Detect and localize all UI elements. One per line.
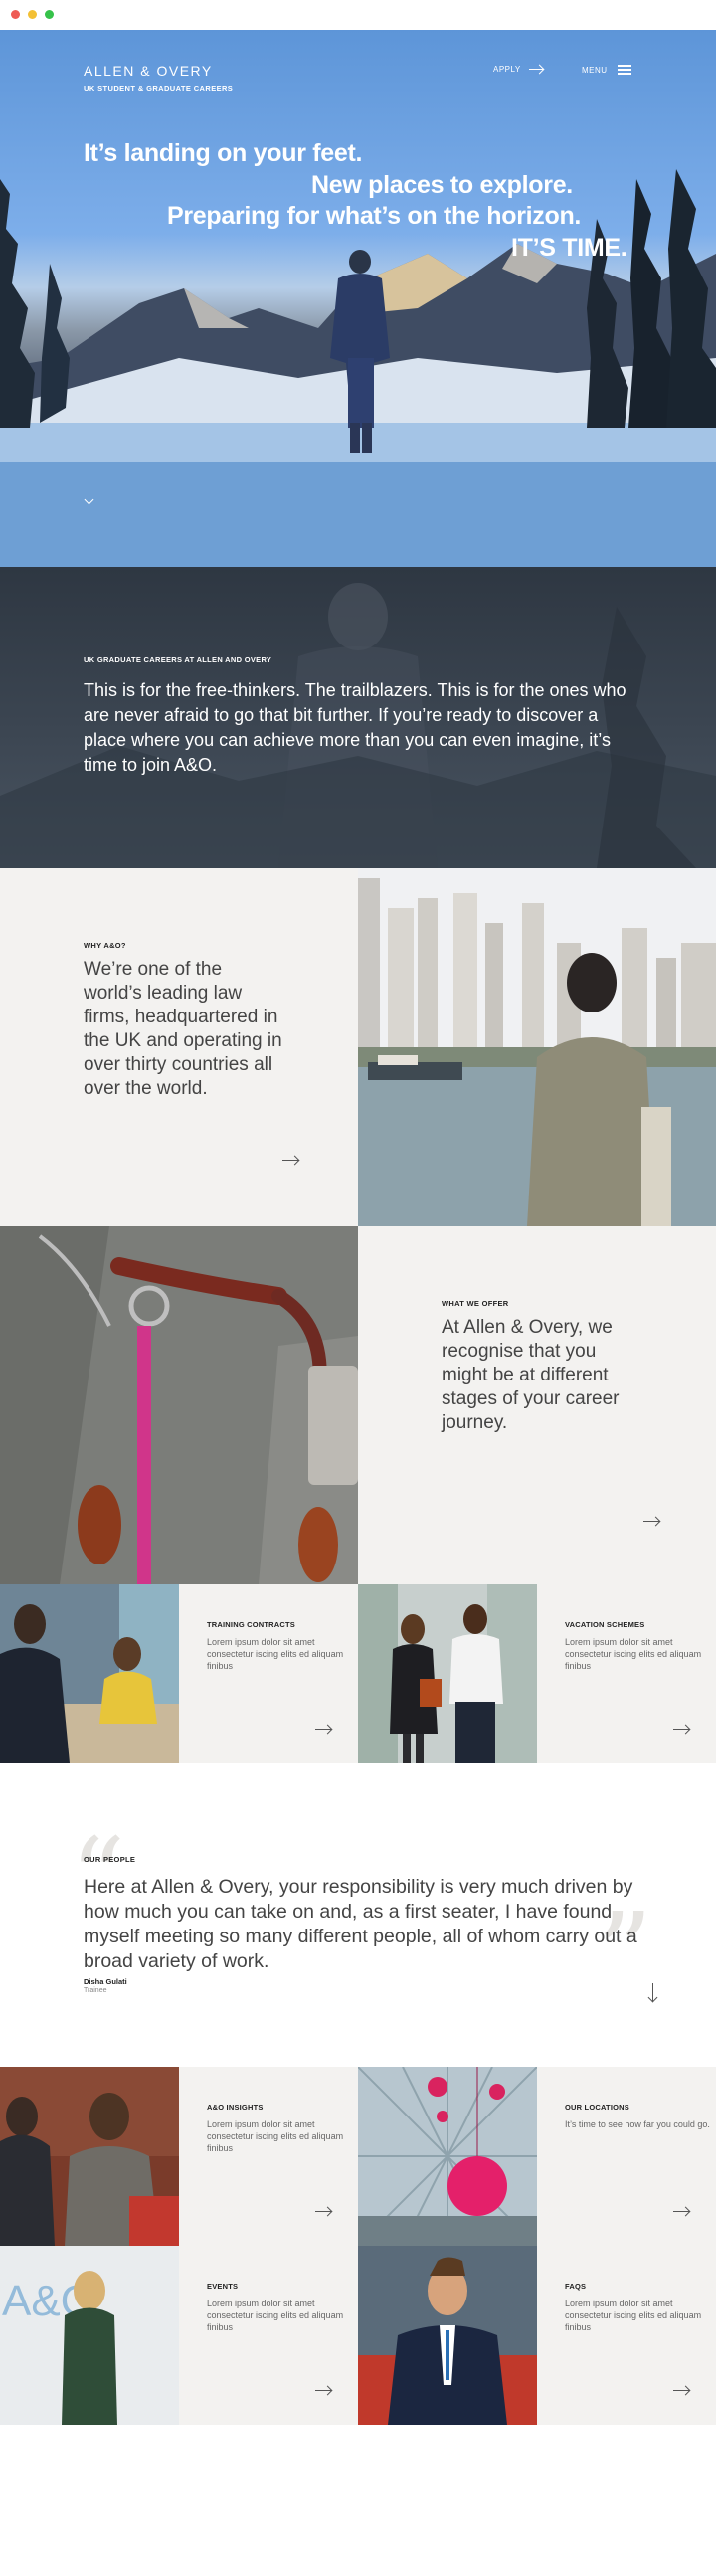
testimonial-name: Disha Gulati <box>84 1977 127 1986</box>
why-ao-panel[interactable]: WHY A&O? We’re one of the world’s leadin… <box>0 868 358 1226</box>
our-locations-card[interactable]: OUR LOCATIONS It’s time to see how far y… <box>537 2067 716 2246</box>
arrow-right-icon[interactable] <box>315 2390 331 2391</box>
card-body: It’s time to see how far you could go. <box>565 2119 710 2129</box>
faqs-photo <box>358 2246 537 2425</box>
apply-label: APPLY <box>493 65 521 74</box>
arrow-right-icon[interactable] <box>673 2211 689 2212</box>
what-we-offer-panel[interactable]: WHAT WE OFFER At Allen & Overy, we recog… <box>358 1226 716 1584</box>
card-title: VACATION SCHEMES <box>565 1620 645 1629</box>
card-title: TRAINING CONTRACTS <box>207 1620 296 1629</box>
brand-logo[interactable]: ALLEN & OVERY UK STUDENT & GRADUATE CARE… <box>84 63 233 92</box>
card-title: A&O INSIGHTS <box>207 2103 264 2112</box>
hero-headline-line-4: IT’S TIME. <box>511 234 627 262</box>
card-title: EVENTS <box>207 2282 239 2291</box>
ao-insights-photo <box>0 2067 179 2246</box>
events-card[interactable]: EVENTS Lorem ipsum dolor sit amet consec… <box>179 2246 358 2425</box>
why-eyebrow: WHY A&O? <box>84 941 126 950</box>
intro-eyebrow: UK GRADUATE CAREERS AT ALLEN AND OVERY <box>84 655 272 664</box>
card-body: Lorem ipsum dolor sit amet consectetur i… <box>207 1637 344 1671</box>
vacation-schemes-card[interactable]: VACATION SCHEMES Lorem ipsum dolor sit a… <box>537 1584 716 1763</box>
card-body: Lorem ipsum dolor sit amet consectetur i… <box>207 2299 344 2332</box>
brand-subtitle: UK STUDENT & GRADUATE CAREERS <box>84 84 234 92</box>
vacation-schemes-photo <box>358 1584 537 1763</box>
menu-button[interactable]: MENU <box>582 65 631 75</box>
intro-section: UK GRADUATE CAREERS AT ALLEN AND OVERY T… <box>0 567 716 868</box>
card-title: FAQS <box>565 2282 587 2291</box>
training-contracts-photo <box>0 1584 179 1763</box>
ao-insights-card[interactable]: A&O INSIGHTS Lorem ipsum dolor sit amet … <box>179 2067 358 2246</box>
our-locations-photo <box>358 2067 537 2246</box>
maximize-window-button[interactable] <box>45 10 54 19</box>
offer-eyebrow: WHAT WE OFFER <box>442 1299 509 1308</box>
arrow-right-icon <box>528 69 543 70</box>
events-photo: A&O <box>0 2246 179 2425</box>
arrow-right-icon[interactable] <box>315 2211 331 2212</box>
training-contracts-card[interactable]: TRAINING CONTRACTS Lorem ipsum dolor sit… <box>179 1584 358 1763</box>
city-harbour-photo <box>358 868 716 1226</box>
hero-landscape-image <box>0 169 716 567</box>
hamburger-icon <box>617 65 631 75</box>
bicycle-photo <box>0 1226 358 1584</box>
arrow-right-icon[interactable] <box>282 1160 298 1161</box>
browser-chrome <box>0 0 716 30</box>
testimonial-role: Trainee <box>84 1987 107 1994</box>
card-body: Lorem ipsum dolor sit amet consectetur i… <box>207 2119 344 2153</box>
menu-label: MENU <box>582 65 608 75</box>
arrow-right-icon[interactable] <box>315 1729 331 1730</box>
card-title: OUR LOCATIONS <box>565 2103 629 2112</box>
hero-section: ALLEN & OVERY UK STUDENT & GRADUATE CARE… <box>0 30 716 567</box>
people-eyebrow: OUR PEOPLE <box>84 1855 136 1864</box>
arrow-right-icon[interactable] <box>643 1521 659 1522</box>
apply-link[interactable]: APPLY <box>493 65 543 74</box>
arrow-right-icon[interactable] <box>673 1729 689 1730</box>
arrow-down-icon[interactable] <box>647 1983 659 2003</box>
scroll-down-icon[interactable] <box>84 485 95 505</box>
minimize-window-button[interactable] <box>28 10 37 19</box>
card-body: Lorem ipsum dolor sit amet consectetur i… <box>565 2299 702 2332</box>
faqs-card[interactable]: FAQS Lorem ipsum dolor sit amet consecte… <box>537 2246 716 2425</box>
testimonial-quote: Here at Allen & Overy, your responsibili… <box>84 1876 637 1972</box>
arrow-right-icon[interactable] <box>673 2390 689 2391</box>
card-body: Lorem ipsum dolor sit amet consectetur i… <box>565 1637 702 1671</box>
why-text: We’re one of the world’s leading law fir… <box>84 959 282 1099</box>
offer-text: At Allen & Overy, we recognise that you … <box>442 1317 620 1433</box>
close-window-button[interactable] <box>11 10 20 19</box>
hero-headline-line-3: Preparing for what’s on the horizon. <box>167 202 582 230</box>
intro-text: This is for the free-thinkers. The trail… <box>84 680 626 775</box>
hero-headline-line-2: New places to explore. <box>311 171 573 199</box>
hero-headline-line-1: It’s landing on your feet. <box>84 139 363 167</box>
brand-name: ALLEN & OVERY <box>84 63 213 79</box>
